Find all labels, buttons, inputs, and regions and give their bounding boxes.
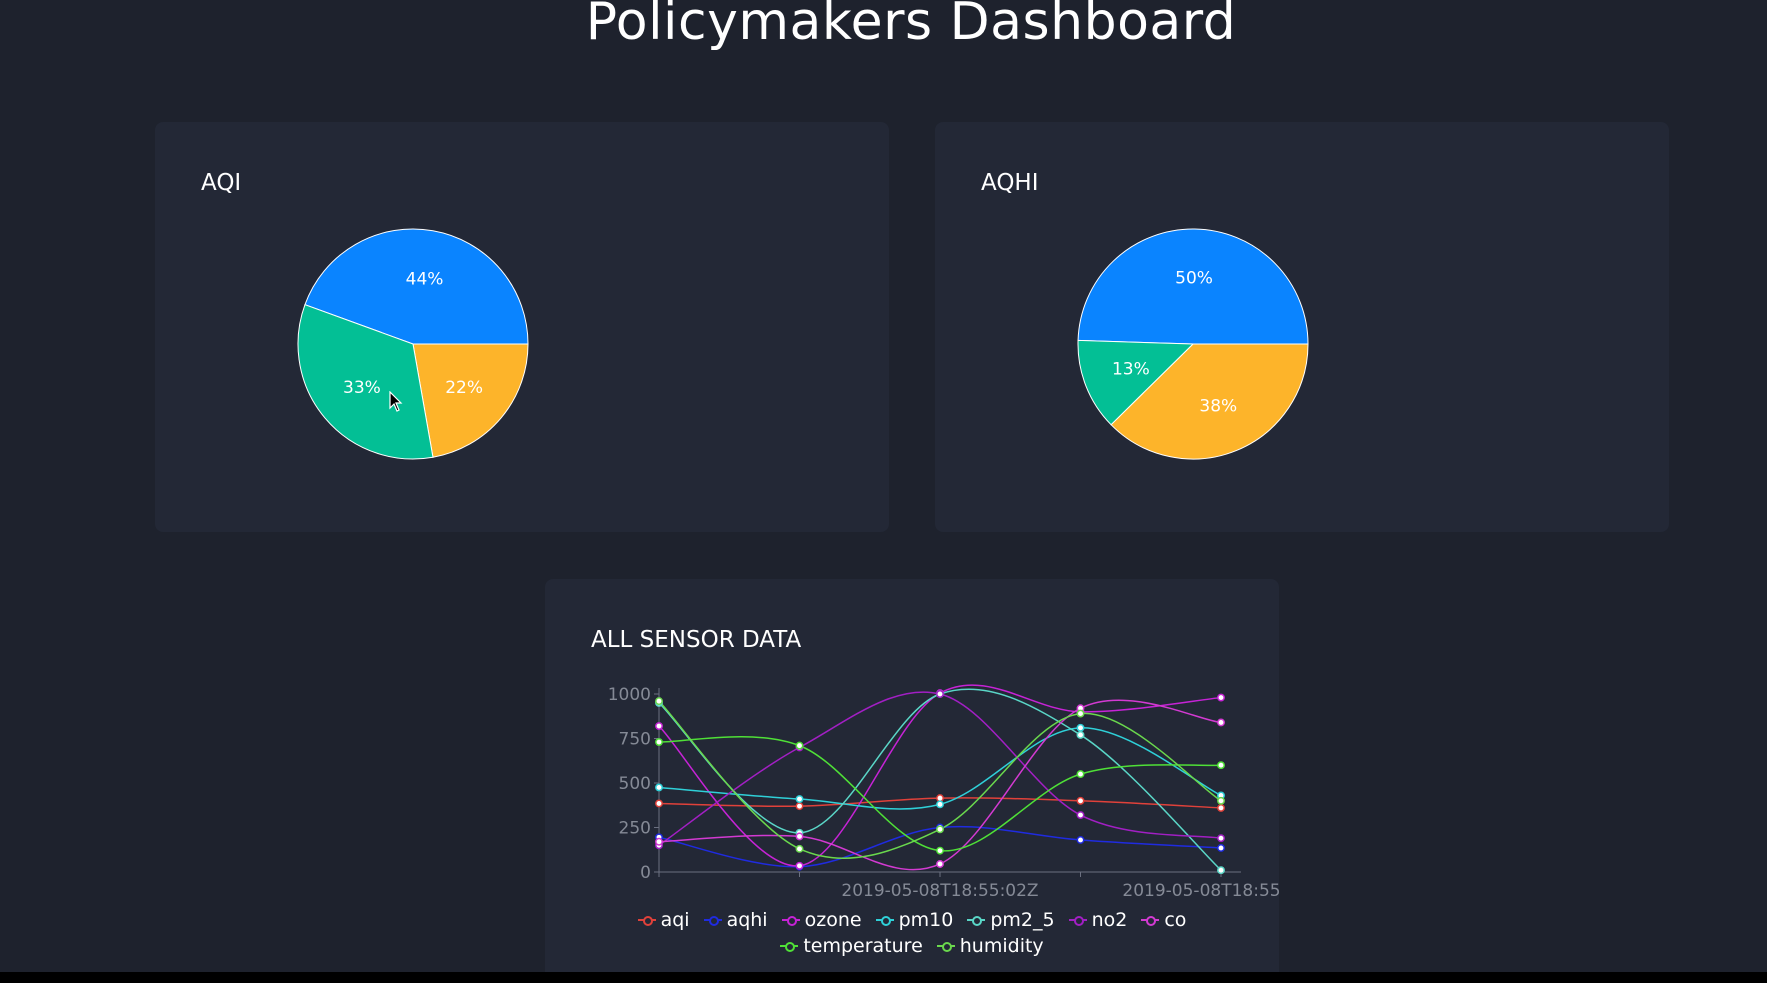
series-line-ozone[interactable] — [658, 684, 1222, 867]
pie-slice-label: 50% — [1175, 268, 1213, 288]
pie-slice-label: 22% — [445, 378, 483, 398]
x-tick-label: 2019-05-08T18:55:02Z — [841, 881, 1038, 901]
data-point[interactable] — [655, 697, 663, 706]
data-point[interactable] — [655, 799, 663, 808]
legend-label: ozone — [804, 909, 862, 931]
aqhi-pie-chart[interactable]: 50% 38% 13% — [935, 122, 1669, 532]
legend-item-pm2_5[interactable]: pm2_5 — [967, 909, 1055, 931]
data-point[interactable] — [655, 783, 663, 792]
pie-slice-label: 44% — [406, 269, 444, 289]
data-point[interactable] — [1076, 723, 1085, 732]
data-point[interactable] — [1076, 796, 1085, 805]
series-line-no2[interactable] — [658, 691, 1222, 846]
legend-item-temperature[interactable]: temperature — [780, 935, 923, 957]
legend-label: pm2_5 — [990, 909, 1055, 931]
data-point[interactable] — [1217, 866, 1225, 875]
data-point[interactable] — [936, 846, 944, 855]
legend-swatch-icon — [967, 915, 986, 926]
data-point[interactable] — [1217, 834, 1225, 843]
page-title: Policymakers Dashboard — [585, 0, 1237, 52]
y-tick-label: 1000 — [608, 685, 651, 705]
y-tick-label: 500 — [619, 774, 651, 794]
sensor-legend: aqi aqhi ozone pm10 pm2_5 no2 co temperature hum… — [545, 909, 1279, 961]
legend-label: temperature — [803, 935, 923, 957]
legend-label: humidity — [959, 935, 1044, 957]
y-tick-label: 750 — [619, 730, 651, 750]
legend-label: aqhi — [726, 909, 768, 931]
legend-swatch-icon — [781, 915, 800, 926]
legend-swatch-icon — [1141, 915, 1160, 926]
legend-label: pm10 — [898, 909, 954, 931]
legend-label: aqi — [660, 909, 690, 931]
data-point[interactable] — [1217, 803, 1225, 812]
legend-swatch-icon — [780, 941, 799, 952]
data-point[interactable] — [1076, 770, 1085, 779]
data-point[interactable] — [795, 861, 804, 870]
pie-slice-label: 33% — [343, 378, 381, 398]
data-point[interactable] — [795, 795, 804, 803]
series-line-humidity[interactable] — [658, 700, 1222, 860]
legend-item-aqhi[interactable]: aqhi — [703, 909, 768, 931]
data-point[interactable] — [1076, 836, 1085, 844]
data-point[interactable] — [795, 844, 804, 853]
legend-swatch-icon — [703, 915, 722, 926]
legend-swatch-icon — [936, 941, 955, 952]
legend-item-co[interactable]: co — [1141, 909, 1186, 931]
data-point[interactable] — [795, 802, 804, 811]
aqi-card: AQI 44% 22% 33% — [155, 122, 889, 532]
legend-label: no2 — [1091, 909, 1128, 931]
data-point[interactable] — [1217, 693, 1225, 702]
aqi-pie-chart[interactable]: 44% 22% 33% — [155, 122, 889, 532]
legend-swatch-icon — [1068, 915, 1087, 926]
legend-item-aqi[interactable]: aqi — [637, 909, 690, 931]
data-point[interactable] — [795, 741, 804, 750]
series-line-co[interactable] — [658, 699, 1222, 871]
mouse-cursor-icon — [389, 390, 403, 417]
legend-label: co — [1164, 909, 1187, 931]
pie-slice-label: 38% — [1199, 397, 1237, 417]
legend-swatch-icon — [637, 915, 656, 926]
data-point[interactable] — [1076, 709, 1085, 718]
bottom-bar — [0, 972, 1767, 983]
pie-slice-label: 13% — [1112, 359, 1150, 379]
data-point[interactable] — [1076, 730, 1085, 739]
sensor-line-chart[interactable]: 0 250 500 750 1000 2019-05-08T18:55:02Z 2019-0… — [545, 679, 1279, 929]
aqhi-card: AQHI 50% 38% 13% — [935, 122, 1669, 532]
data-point[interactable] — [1217, 761, 1225, 770]
data-point[interactable] — [936, 800, 944, 809]
data-point[interactable] — [936, 794, 944, 803]
y-tick-label: 0 — [640, 863, 651, 883]
data-point[interactable] — [936, 860, 944, 868]
data-point[interactable] — [1076, 811, 1085, 819]
legend-item-pm10[interactable]: pm10 — [875, 909, 954, 931]
legend-item-ozone[interactable]: ozone — [781, 909, 862, 931]
data-point[interactable] — [936, 825, 944, 834]
data-point[interactable] — [1217, 844, 1225, 852]
y-tick-label: 250 — [619, 819, 651, 839]
data-point[interactable] — [1217, 796, 1225, 805]
legend-swatch-icon — [875, 915, 894, 926]
data-point[interactable] — [655, 738, 663, 747]
sensor-card-title: ALL SENSOR DATA — [591, 627, 802, 653]
data-point[interactable] — [936, 690, 944, 698]
data-point[interactable] — [1217, 718, 1225, 727]
legend-item-humidity[interactable]: humidity — [936, 935, 1044, 957]
data-point[interactable] — [655, 837, 663, 846]
data-point[interactable] — [655, 722, 663, 730]
legend-item-no2[interactable]: no2 — [1068, 909, 1128, 931]
x-tick-label: 2019-05-08T18:55:42Z — [1122, 881, 1279, 901]
data-point[interactable] — [795, 832, 804, 841]
sensor-card: ALL SENSOR DATA 0 250 500 750 1000 2019-05-08… — [545, 579, 1279, 983]
